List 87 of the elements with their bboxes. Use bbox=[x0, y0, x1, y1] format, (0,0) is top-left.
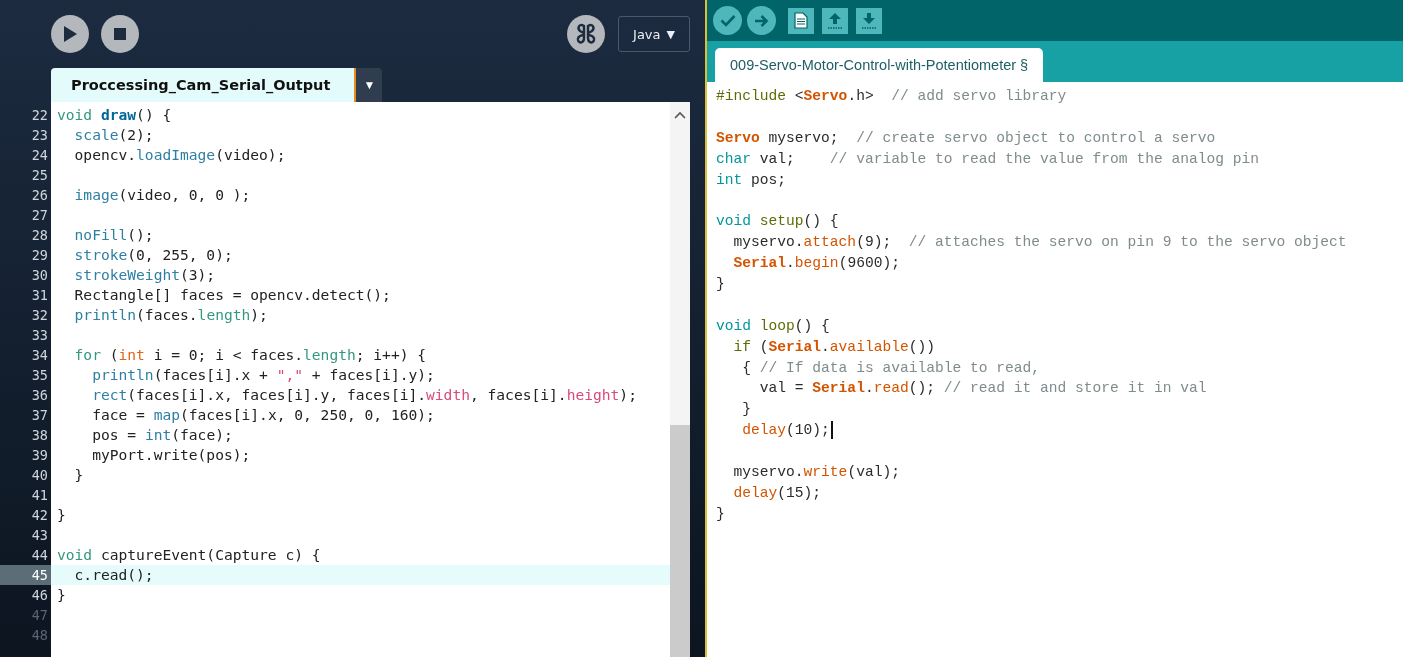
upload-button[interactable] bbox=[747, 6, 776, 35]
code-line: void setup() { bbox=[716, 212, 839, 232]
code-line: delay(15); bbox=[732, 483, 822, 503]
line-number: 30 bbox=[30, 266, 49, 285]
code-line: void draw() { bbox=[57, 105, 172, 125]
code-line: myPort.write(pos); bbox=[91, 445, 251, 465]
code-line: void loop() { bbox=[716, 316, 830, 336]
code-line: for (int i = 0; i < faces.length; i++) { bbox=[73, 345, 427, 365]
code-line: image(video, 0, 0 ); bbox=[73, 185, 251, 205]
code-line: rect(faces[i].x, faces[i].y, faces[i].width, faces[i].height); bbox=[91, 385, 637, 405]
code-line: { // If data is available to read, bbox=[741, 358, 1041, 378]
code-line: noFill(); bbox=[73, 225, 154, 245]
open-button[interactable] bbox=[822, 7, 848, 34]
line-number: 37 bbox=[30, 406, 49, 425]
play-icon bbox=[62, 25, 78, 43]
document-icon bbox=[794, 12, 808, 29]
code-line: opencv.loadImage(video); bbox=[73, 145, 286, 165]
code-line: val = Serial.read(); // read it and store it in val bbox=[758, 379, 1207, 399]
code-line: } bbox=[716, 275, 725, 294]
line-number: 44 bbox=[30, 546, 49, 565]
arrow-down-icon bbox=[861, 11, 877, 30]
line-number: 35 bbox=[30, 366, 49, 385]
butterfly-icon bbox=[575, 22, 598, 46]
stop-icon bbox=[114, 28, 126, 40]
sketch-tab[interactable]: 009-Servo-Motor-Control-with-Potentiometer § bbox=[715, 48, 1044, 82]
code-line: println(faces[i].x + "," + faces[i].y); bbox=[91, 365, 435, 385]
code-line: myservo.attach(9); // attaches the servo on pin 9 to the servo object bbox=[732, 233, 1347, 253]
code-line: pos = int(face); bbox=[91, 425, 233, 445]
code-line: strokeWeight(3); bbox=[73, 265, 216, 285]
mode-dropdown[interactable]: Java ▼ bbox=[618, 16, 690, 52]
line-number: 24 bbox=[30, 146, 49, 165]
debug-button[interactable] bbox=[567, 15, 606, 53]
code-line: myservo.write(val); bbox=[732, 463, 900, 483]
code-line: #include <Servo.h> // add servo library bbox=[716, 87, 1067, 106]
scrollbar-thumb[interactable] bbox=[670, 425, 690, 657]
code-line: char val; // variable to read the value from the analog pin bbox=[716, 149, 1259, 169]
code-line: Serial.begin(9600); bbox=[732, 254, 900, 274]
line-number: 31 bbox=[30, 286, 49, 305]
line-number: 47 bbox=[30, 606, 49, 625]
line-number: 40 bbox=[30, 466, 49, 485]
code-line: } bbox=[716, 504, 725, 524]
line-number: 48 bbox=[30, 626, 49, 645]
code-line: delay(10); bbox=[716, 420, 833, 442]
line-number: 36 bbox=[30, 386, 49, 405]
code-line: } bbox=[57, 585, 66, 605]
line-number: 39 bbox=[30, 446, 49, 465]
save-button[interactable] bbox=[856, 7, 882, 34]
scrollbar[interactable] bbox=[670, 102, 690, 657]
stop-button[interactable] bbox=[101, 15, 139, 53]
code-line: if (Serial.available()) bbox=[732, 337, 935, 357]
arrow-up-icon bbox=[827, 11, 843, 30]
line-number: 22 bbox=[30, 106, 49, 125]
code-line: println(faces.length); bbox=[73, 305, 268, 325]
line-number: 38 bbox=[30, 426, 49, 445]
check-icon bbox=[719, 14, 736, 27]
tab-menu-button[interactable]: ▼ bbox=[356, 68, 383, 102]
line-number: 25 bbox=[30, 166, 49, 185]
line-number: 28 bbox=[30, 226, 49, 245]
new-button[interactable] bbox=[788, 7, 814, 34]
line-number: 26 bbox=[30, 186, 49, 205]
line-number: 46 bbox=[30, 586, 49, 605]
line-number: 32 bbox=[30, 306, 49, 325]
code-line: Servo myservo; // create servo object to control a servo bbox=[716, 128, 1216, 148]
line-number: 34 bbox=[30, 346, 49, 365]
code-line: stroke(0, 255, 0); bbox=[73, 245, 233, 265]
line-number: 43 bbox=[30, 526, 49, 545]
code-line: face = map(faces[i].x, 0, 250, 0, 160); bbox=[91, 405, 435, 425]
code-line: c.read(); bbox=[73, 565, 154, 585]
code-line: scale(2); bbox=[73, 125, 154, 145]
line-number: 27 bbox=[30, 206, 49, 225]
line-number: 33 bbox=[30, 326, 49, 345]
code-line: } bbox=[741, 400, 752, 420]
sketch-tab[interactable]: Proccessing_Cam_Serial_Output bbox=[51, 68, 357, 102]
line-number: 45 bbox=[0, 565, 51, 585]
line-number: 29 bbox=[30, 246, 49, 265]
arrow-right-icon bbox=[754, 13, 769, 28]
verify-button[interactable] bbox=[713, 6, 742, 35]
line-number: 42 bbox=[30, 506, 49, 525]
line-number: 41 bbox=[30, 486, 49, 505]
code-line: } bbox=[57, 505, 66, 525]
scroll-up-icon bbox=[674, 111, 686, 119]
code-line: int pos; bbox=[716, 170, 787, 190]
code-line: } bbox=[73, 465, 84, 485]
code-line: Rectangle[] faces = opencv.detect(); bbox=[73, 285, 391, 305]
code-line: void captureEvent(Capture c) { bbox=[57, 545, 321, 565]
line-number: 23 bbox=[30, 126, 49, 145]
run-button[interactable] bbox=[51, 15, 89, 53]
